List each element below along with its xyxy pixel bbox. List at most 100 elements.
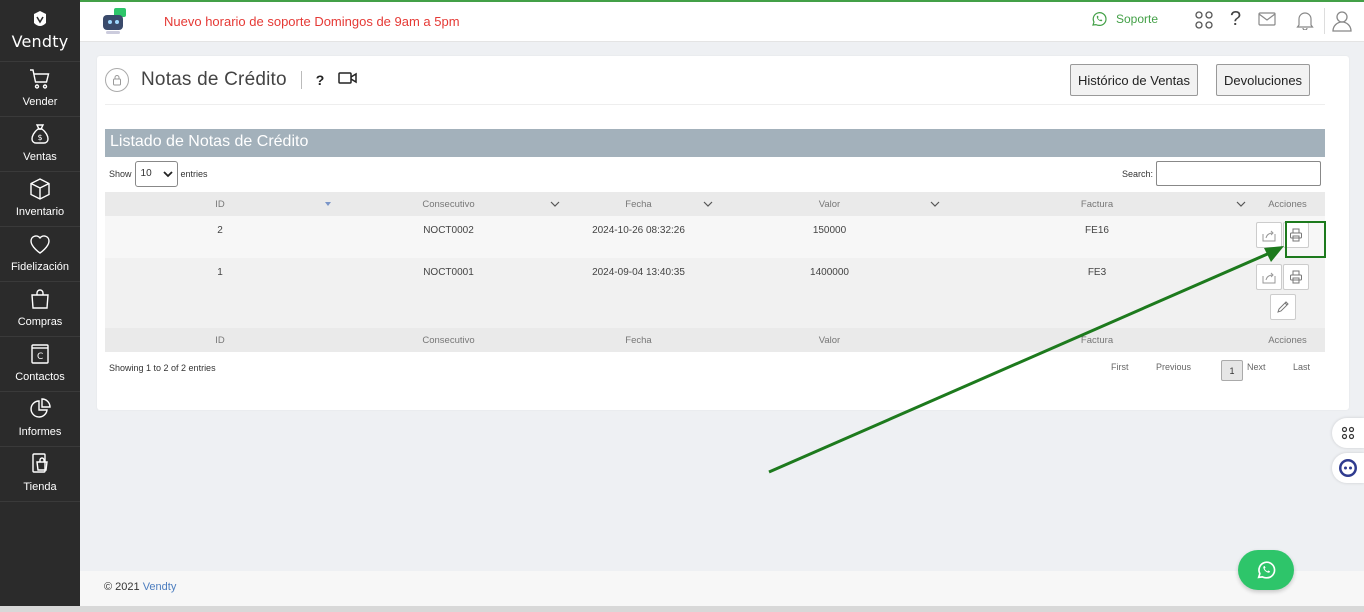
sidebar-item-fidelizacion[interactable]: Fidelización	[0, 227, 80, 282]
cell-consecutivo: NOCT0001	[335, 258, 562, 328]
cell-acciones	[1250, 258, 1325, 328]
mail-icon[interactable]	[1258, 12, 1276, 31]
page-size-select[interactable]: 10	[134, 161, 178, 187]
footer-column-valor: Valor	[715, 328, 944, 352]
devoluciones-button[interactable]: Devoluciones	[1216, 64, 1311, 96]
cart-icon	[30, 69, 50, 89]
sidebar-item-contactos[interactable]: C Contactos	[0, 337, 80, 392]
sidebar-item-informes[interactable]: Informes	[0, 392, 80, 447]
table-info: Showing 1 to 2 of 2 entries	[109, 363, 216, 373]
column-header-id[interactable]: ID	[105, 192, 335, 216]
highlight-box	[1285, 221, 1326, 258]
sidebar-item-label: Inventario	[15, 206, 65, 218]
brand-name: Vendty	[11, 32, 69, 51]
pager-current-page[interactable]: 1	[1221, 360, 1243, 381]
share-icon	[1262, 272, 1276, 284]
show-label: Show	[109, 169, 132, 179]
user-icon[interactable]	[1332, 10, 1352, 37]
taskbar-strip	[0, 606, 1364, 612]
column-header-consecutivo[interactable]: Consecutivo	[335, 192, 562, 216]
help-icon[interactable]: ?	[1230, 8, 1241, 31]
cell-valor: 150000	[715, 216, 944, 258]
search-label: Search:	[1121, 168, 1153, 179]
footer-column-factura: Factura	[944, 328, 1250, 352]
video-camera-icon[interactable]	[338, 71, 358, 90]
pager-next[interactable]: Next	[1247, 362, 1266, 372]
sidebar-item-label: Compras	[17, 316, 63, 328]
list-title: Listado de Notas de Crédito	[105, 129, 1325, 157]
svg-text:$: $	[38, 133, 43, 142]
whatsapp-icon	[1092, 12, 1107, 26]
cell-factura: FE3	[944, 258, 1250, 328]
page-size-value: 10	[140, 168, 152, 179]
search-input[interactable]	[1156, 161, 1321, 186]
whatsapp-chat-button[interactable]	[1238, 550, 1294, 590]
sidebar-item-compras[interactable]: Compras	[0, 282, 80, 337]
table-row: 1 NOCT0001 2024-09-04 13:40:35 1400000 F…	[105, 258, 1325, 328]
sidebar-item-vender[interactable]: Vender	[0, 62, 80, 117]
column-label: Valor	[818, 198, 841, 210]
print-button[interactable]	[1283, 264, 1309, 290]
column-header-acciones: Acciones	[1250, 192, 1325, 216]
sidebar-item-label: Informes	[18, 426, 62, 438]
column-header-fecha[interactable]: Fecha	[562, 192, 715, 216]
column-header-valor[interactable]: Valor	[715, 192, 944, 216]
top-bar: Nuevo horario de soporte Domingos de 9am…	[80, 0, 1364, 42]
apps-grid-icon	[1341, 426, 1355, 440]
lock-icon	[105, 68, 129, 92]
sidebar-item-tienda[interactable]: Tienda	[0, 447, 80, 502]
floating-bot-button[interactable]	[1332, 453, 1364, 483]
page-title: Notas de Crédito	[141, 69, 287, 90]
cell-fecha: 2024-10-26 08:32:26	[562, 216, 715, 258]
brand-logo[interactable]: Vendty	[0, 0, 80, 62]
bell-icon[interactable]	[1296, 10, 1314, 35]
footer-column-fecha: Fecha	[562, 328, 715, 352]
historico-ventas-button[interactable]: Histórico de Ventas	[1070, 64, 1199, 96]
store-device-icon	[32, 453, 48, 473]
chevron-down-icon	[1236, 201, 1246, 207]
chevron-down-icon	[703, 201, 713, 207]
floating-apps-button[interactable]	[1332, 418, 1364, 448]
heart-icon	[30, 235, 50, 254]
sidebar: Vendty Vender $ Ventas Inventario Fideli…	[0, 0, 80, 612]
share-button[interactable]	[1256, 222, 1282, 248]
footer-brand-link[interactable]: Vendty	[143, 581, 177, 593]
support-link[interactable]: Soporte	[1090, 10, 1158, 28]
main-card: Notas de Crédito ? Histórico de Ventas D…	[97, 56, 1349, 410]
announcement-text: Nuevo horario de soporte Domingos de 9am…	[164, 14, 460, 29]
column-label: Fecha	[625, 198, 652, 210]
printer-icon	[1290, 270, 1302, 284]
cell-factura: FE16	[944, 216, 1250, 258]
help-question-icon[interactable]: ?	[316, 72, 325, 88]
apps-grid-icon[interactable]	[1194, 10, 1214, 35]
sidebar-item-ventas[interactable]: $ Ventas	[0, 117, 80, 172]
shopping-bag-icon	[31, 289, 49, 309]
share-button[interactable]	[1256, 264, 1282, 290]
sidebar-item-inventario[interactable]: Inventario	[0, 172, 80, 227]
support-label: Soporte	[1116, 12, 1159, 26]
pager-first[interactable]: First	[1111, 362, 1129, 372]
pager-last[interactable]: Last	[1293, 362, 1310, 372]
cell-id: 1	[105, 258, 335, 328]
vendty-logo-icon	[34, 11, 46, 26]
column-label: Factura	[1080, 198, 1114, 210]
column-header-factura[interactable]: Factura	[944, 192, 1250, 216]
chevron-down-icon	[930, 201, 940, 207]
whatsapp-icon	[1257, 561, 1276, 579]
column-label: Consecutivo	[422, 198, 475, 210]
assistant-bot-icon[interactable]	[100, 6, 130, 41]
sidebar-item-label: Ventas	[23, 151, 57, 163]
cell-id: 2	[105, 216, 335, 258]
sidebar-item-label: Tienda	[23, 481, 57, 493]
pager-previous[interactable]: Previous	[1156, 362, 1191, 372]
cell-consecutivo: NOCT0002	[335, 216, 562, 258]
header-divider	[105, 104, 1325, 105]
contacts-book-icon: C	[31, 344, 49, 364]
edit-button[interactable]	[1270, 294, 1296, 320]
sort-asc-icon	[325, 202, 331, 206]
cell-valor: 1400000	[715, 258, 944, 328]
sidebar-item-label: Vender	[22, 96, 58, 108]
chevron-down-icon	[550, 201, 560, 207]
sidebar-item-label: Fidelización	[10, 261, 70, 273]
search-control: Search:	[1122, 161, 1321, 186]
